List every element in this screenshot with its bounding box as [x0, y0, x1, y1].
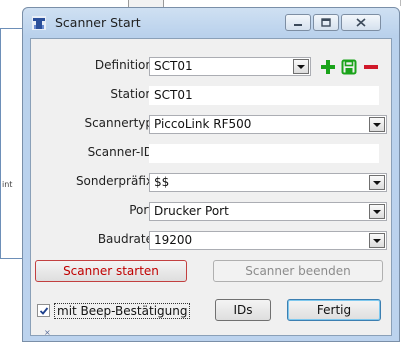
window-title: Scanner Start [55, 15, 141, 30]
stop-scanner-button[interactable]: Scanner beenden [213, 260, 383, 282]
dialog-client-area: Definition SCT01 Station SCT01 Scannerty… [30, 38, 392, 337]
scannertyp-dropdown-button[interactable] [369, 117, 385, 132]
definition-dropdown-button[interactable] [293, 59, 309, 74]
sonderpraefix-combo[interactable]: $$ [149, 173, 387, 192]
close-button[interactable] [341, 14, 381, 31]
scanner-start-dialog: Scanner Start Definition SCT01 Station S… [22, 7, 400, 342]
remove-icon[interactable] [363, 59, 379, 75]
title-bar[interactable]: Scanner Start [23, 8, 399, 36]
chevron-down-icon [373, 180, 381, 185]
done-button[interactable]: Fertig [287, 299, 381, 321]
scannertyp-combo[interactable]: PiccoLink RF500 [149, 115, 387, 134]
scannertyp-value: PiccoLink RF500 [154, 117, 252, 131]
background-border-bottom [0, 258, 24, 259]
add-icon[interactable] [320, 59, 336, 75]
small-marker: × [44, 328, 51, 337]
station-value: SCT01 [154, 88, 193, 102]
beep-confirmation-label[interactable]: mit Beep-Bestätigung [54, 303, 191, 319]
maximize-icon [321, 18, 331, 27]
sonderpraefix-value: $$ [154, 175, 170, 189]
maximize-button[interactable] [313, 14, 339, 31]
checkmark-icon [39, 306, 48, 315]
minimize-icon [294, 23, 302, 26]
definition-combo[interactable]: SCT01 [149, 57, 311, 76]
chevron-down-icon [297, 64, 305, 69]
app-scanner-icon [32, 16, 46, 30]
scanner-id-label: Scanner-ID [87, 145, 153, 159]
scannertyp-label: Scannertyp [84, 116, 153, 130]
background-border-left [0, 28, 1, 258]
baudrate-label: Baudrate [97, 232, 153, 246]
chevron-down-icon [373, 238, 381, 243]
sonderpraefix-label: Sonderpräfix [75, 174, 153, 188]
baudrate-combo[interactable]: 19200 [149, 231, 387, 250]
port-dropdown-button[interactable] [369, 204, 385, 219]
station-field[interactable]: SCT01 [149, 86, 379, 105]
port-combo[interactable]: Drucker Port [149, 202, 387, 221]
baudrate-value: 19200 [154, 233, 193, 247]
background-text-fragment: int [2, 180, 13, 189]
baudrate-dropdown-button[interactable] [369, 233, 385, 248]
ids-button[interactable]: IDs [215, 299, 271, 321]
minimize-button[interactable] [285, 14, 311, 31]
sonderpraefix-dropdown-button[interactable] [369, 175, 385, 190]
start-scanner-button[interactable]: Scanner starten [35, 260, 187, 282]
beep-confirmation-checkbox[interactable] [37, 304, 50, 317]
port-value: Drucker Port [154, 204, 229, 218]
definition-value: SCT01 [154, 59, 193, 73]
chevron-down-icon [373, 209, 381, 214]
background-border-top [0, 28, 24, 29]
close-icon [356, 18, 366, 27]
save-icon[interactable] [341, 59, 357, 75]
station-label: Station [110, 87, 153, 101]
chevron-down-icon [373, 122, 381, 127]
definition-label: Definition [94, 58, 153, 72]
scanner-id-field[interactable] [149, 144, 379, 163]
